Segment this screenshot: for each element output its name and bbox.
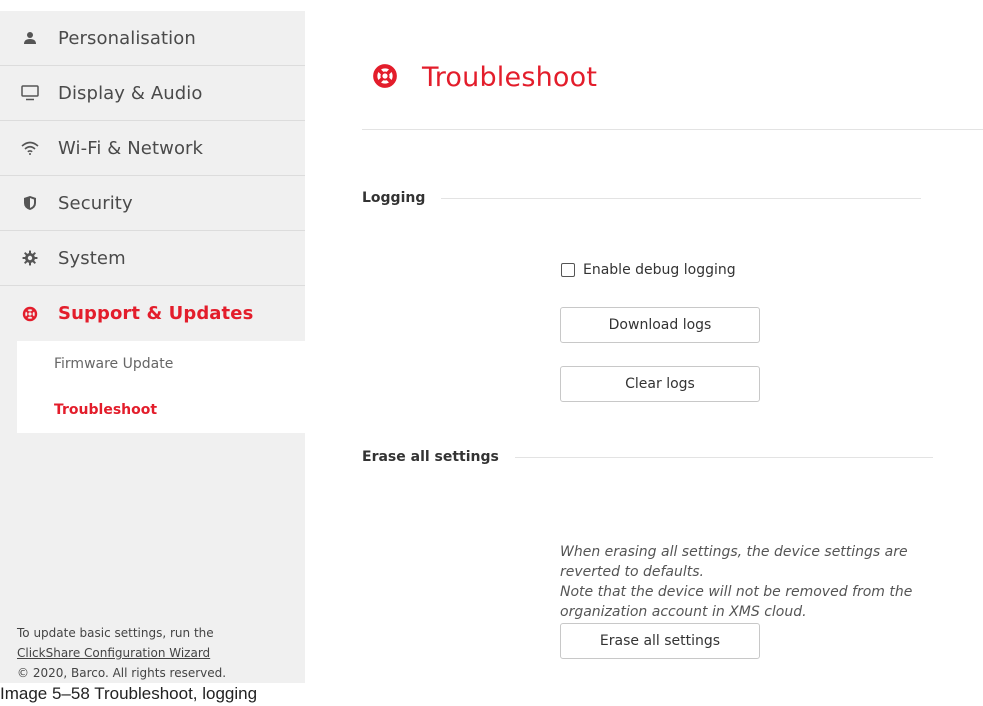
- figure-caption: Image 5–58 Troubleshoot, logging: [0, 684, 258, 703]
- page-title-text: Troubleshoot: [422, 62, 598, 93]
- wifi-icon: [20, 138, 40, 158]
- erase-info-note: When erasing all settings, the device se…: [560, 542, 930, 622]
- gear-icon: [20, 248, 40, 268]
- support-submenu: Firmware Update Troubleshoot: [17, 341, 305, 433]
- note-line: When erasing all settings, the device se…: [560, 544, 908, 580]
- sidebar-footer: To update basic settings, run the ClickS…: [17, 623, 226, 683]
- section-divider: [514, 456, 933, 458]
- section-label: Erase all settings: [362, 449, 499, 465]
- sidebar-item-support-updates[interactable]: Support & Updates: [0, 286, 305, 341]
- section-divider: [441, 197, 922, 199]
- footer-text: To update basic settings, run the: [17, 626, 214, 640]
- download-logs-button[interactable]: Download logs: [560, 307, 760, 343]
- enable-debug-logging-checkbox[interactable]: Enable debug logging: [561, 262, 736, 278]
- logging-section-heading: Logging: [362, 190, 922, 206]
- section-label: Logging: [362, 190, 426, 206]
- checkbox-box[interactable]: [561, 263, 575, 277]
- lifebuoy-icon: [20, 304, 40, 324]
- sidebar-item-label: Security: [58, 192, 133, 214]
- erase-section-heading: Erase all settings: [362, 449, 933, 465]
- note-line: Note that the device will not be removed…: [560, 584, 913, 620]
- title-divider: [362, 129, 983, 130]
- sidebar-item-label: Support & Updates: [58, 303, 254, 324]
- sidebar: Personalisation Display & Audio Wi-Fi & …: [0, 11, 305, 683]
- lifebuoy-icon: [372, 63, 398, 93]
- user-icon: [20, 28, 40, 48]
- configuration-wizard-link[interactable]: ClickShare Configuration Wizard: [17, 643, 226, 663]
- sidebar-item-personalisation[interactable]: Personalisation: [0, 11, 305, 66]
- page-title: Troubleshoot: [372, 62, 597, 93]
- sidebar-subitem-troubleshoot[interactable]: Troubleshoot: [17, 387, 305, 433]
- copyright-text: © 2020, Barco. All rights reserved.: [17, 666, 227, 680]
- sidebar-item-security[interactable]: Security: [0, 176, 305, 231]
- sidebar-item-label: Wi-Fi & Network: [58, 137, 204, 159]
- erase-all-settings-button[interactable]: Erase all settings: [560, 623, 760, 659]
- sidebar-item-label: Personalisation: [58, 27, 196, 49]
- sidebar-item-label: System: [58, 247, 126, 269]
- sidebar-item-wifi-network[interactable]: Wi-Fi & Network: [0, 121, 305, 176]
- monitor-icon: [20, 83, 40, 103]
- sidebar-item-system[interactable]: System: [0, 231, 305, 286]
- sidebar-item-label: Display & Audio: [58, 82, 203, 104]
- clear-logs-button[interactable]: Clear logs: [560, 366, 760, 402]
- sidebar-item-display-audio[interactable]: Display & Audio: [0, 66, 305, 121]
- sidebar-subitem-firmware-update[interactable]: Firmware Update: [17, 341, 305, 387]
- checkbox-label[interactable]: Enable debug logging: [583, 262, 736, 278]
- shield-icon: [20, 193, 40, 213]
